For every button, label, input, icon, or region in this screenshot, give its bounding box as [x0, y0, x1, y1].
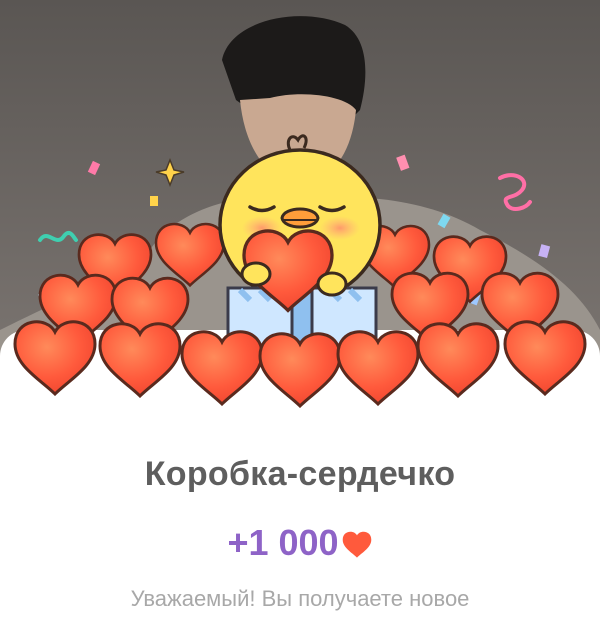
gift-title: Коробка-сердечко — [144, 455, 456, 493]
gift-description: Уважаемый! Вы получаете новое — [130, 586, 470, 611]
gift-illustration — [13, 134, 587, 408]
gift-reward: +1 000 — [0, 522, 600, 564]
reward-amount: +1 000 — [227, 522, 339, 563]
heart-icon — [342, 531, 371, 558]
